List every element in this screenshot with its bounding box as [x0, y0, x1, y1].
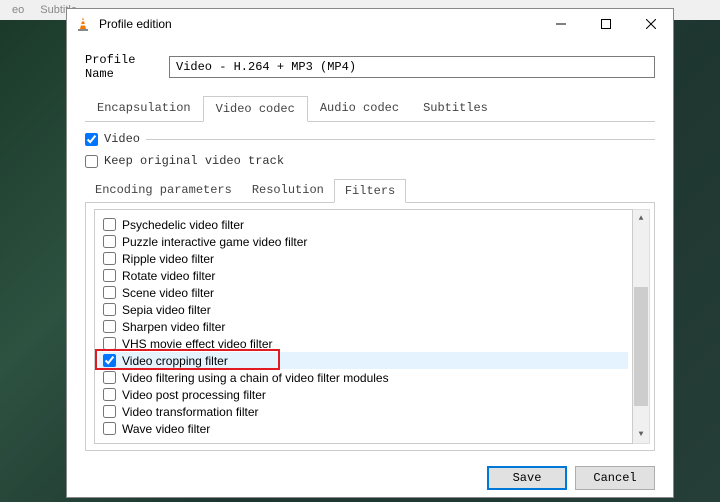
filter-item[interactable]: Sharpen video filter	[99, 318, 628, 335]
minimize-button[interactable]	[538, 9, 583, 39]
dialog-title: Profile edition	[99, 17, 538, 31]
filter-label: Wave video filter	[122, 422, 210, 436]
scroll-up-icon[interactable]: ▲	[633, 210, 649, 227]
filter-checkbox[interactable]	[103, 269, 116, 282]
filter-item[interactable]: Video post processing filter	[99, 386, 628, 403]
filter-label: Video cropping filter	[122, 354, 228, 368]
filter-item[interactable]: Wave video filter	[99, 420, 628, 437]
scroll-track[interactable]	[633, 227, 649, 426]
filter-checkbox[interactable]	[103, 218, 116, 231]
filter-checkbox[interactable]	[103, 337, 116, 350]
profile-edition-dialog: Profile edition Profile Name Encapsulati…	[66, 8, 674, 498]
filter-item[interactable]: Video filtering using a chain of video f…	[99, 369, 628, 386]
scroll-thumb[interactable]	[634, 287, 648, 406]
filter-item[interactable]: Video cropping filter	[99, 352, 628, 369]
sub-tabs: Encoding parameters Resolution Filters	[85, 178, 655, 203]
menu-item[interactable]: eo	[4, 4, 32, 16]
filter-list: Psychedelic video filter Puzzle interacti…	[94, 209, 633, 444]
filter-label: Ripple video filter	[122, 252, 214, 266]
titlebar: Profile edition	[67, 9, 673, 39]
filter-item[interactable]: Scene video filter	[99, 284, 628, 301]
filter-label: Video filtering using a chain of video f…	[122, 371, 389, 385]
filter-label: Psychedelic video filter	[122, 218, 244, 232]
tab-encapsulation[interactable]: Encapsulation	[85, 96, 203, 122]
subtab-resolution[interactable]: Resolution	[242, 179, 334, 203]
subtab-encoding[interactable]: Encoding parameters	[85, 179, 242, 203]
filter-checkbox[interactable]	[103, 388, 116, 401]
filter-item[interactable]: Sepia video filter	[99, 301, 628, 318]
filter-checkbox[interactable]	[103, 354, 116, 367]
filter-item[interactable]: VHS movie effect video filter	[99, 335, 628, 352]
filter-checkbox[interactable]	[103, 286, 116, 299]
scroll-down-icon[interactable]: ▼	[633, 426, 649, 443]
tab-audio-codec[interactable]: Audio codec	[308, 96, 411, 122]
video-checkbox[interactable]	[85, 133, 98, 146]
filter-checkbox[interactable]	[103, 320, 116, 333]
scrollbar[interactable]: ▲ ▼	[633, 209, 650, 444]
vlc-cone-icon	[75, 16, 91, 32]
filter-label: Sharpen video filter	[122, 320, 225, 334]
filter-label: Scene video filter	[122, 286, 214, 300]
filter-checkbox[interactable]	[103, 303, 116, 316]
filter-label: Rotate video filter	[122, 269, 215, 283]
tab-subtitles[interactable]: Subtitles	[411, 96, 500, 122]
filter-label: Video post processing filter	[122, 388, 266, 402]
keep-original-label: Keep original video track	[104, 154, 284, 168]
filter-checkbox[interactable]	[103, 235, 116, 248]
filter-panel: Psychedelic video filter Puzzle interacti…	[85, 203, 655, 451]
main-tabs: Encapsulation Video codec Audio codec Su…	[85, 95, 655, 122]
filter-item[interactable]: Psychedelic video filter	[99, 216, 628, 233]
profile-name-label: Profile Name	[85, 53, 169, 81]
filter-item[interactable]: Video transformation filter	[99, 403, 628, 420]
filter-label: Sepia video filter	[122, 303, 211, 317]
divider	[146, 139, 655, 140]
maximize-button[interactable]	[583, 9, 628, 39]
cancel-button[interactable]: Cancel	[575, 466, 655, 490]
filter-checkbox[interactable]	[103, 422, 116, 435]
tab-video-codec[interactable]: Video codec	[203, 96, 308, 122]
filter-label: Video transformation filter	[122, 405, 259, 419]
filter-item[interactable]: Rotate video filter	[99, 267, 628, 284]
filter-checkbox[interactable]	[103, 371, 116, 384]
filter-checkbox[interactable]	[103, 405, 116, 418]
filter-checkbox[interactable]	[103, 252, 116, 265]
subtab-filters[interactable]: Filters	[334, 179, 406, 203]
save-button[interactable]: Save	[487, 466, 567, 490]
filter-label: Puzzle interactive game video filter	[122, 235, 307, 249]
keep-original-checkbox[interactable]	[85, 155, 98, 168]
profile-name-input[interactable]	[169, 56, 655, 78]
close-button[interactable]	[628, 9, 673, 39]
video-group-label: Video	[104, 132, 140, 146]
filter-item[interactable]: Ripple video filter	[99, 250, 628, 267]
filter-item[interactable]: Puzzle interactive game video filter	[99, 233, 628, 250]
filter-label: VHS movie effect video filter	[122, 337, 273, 351]
